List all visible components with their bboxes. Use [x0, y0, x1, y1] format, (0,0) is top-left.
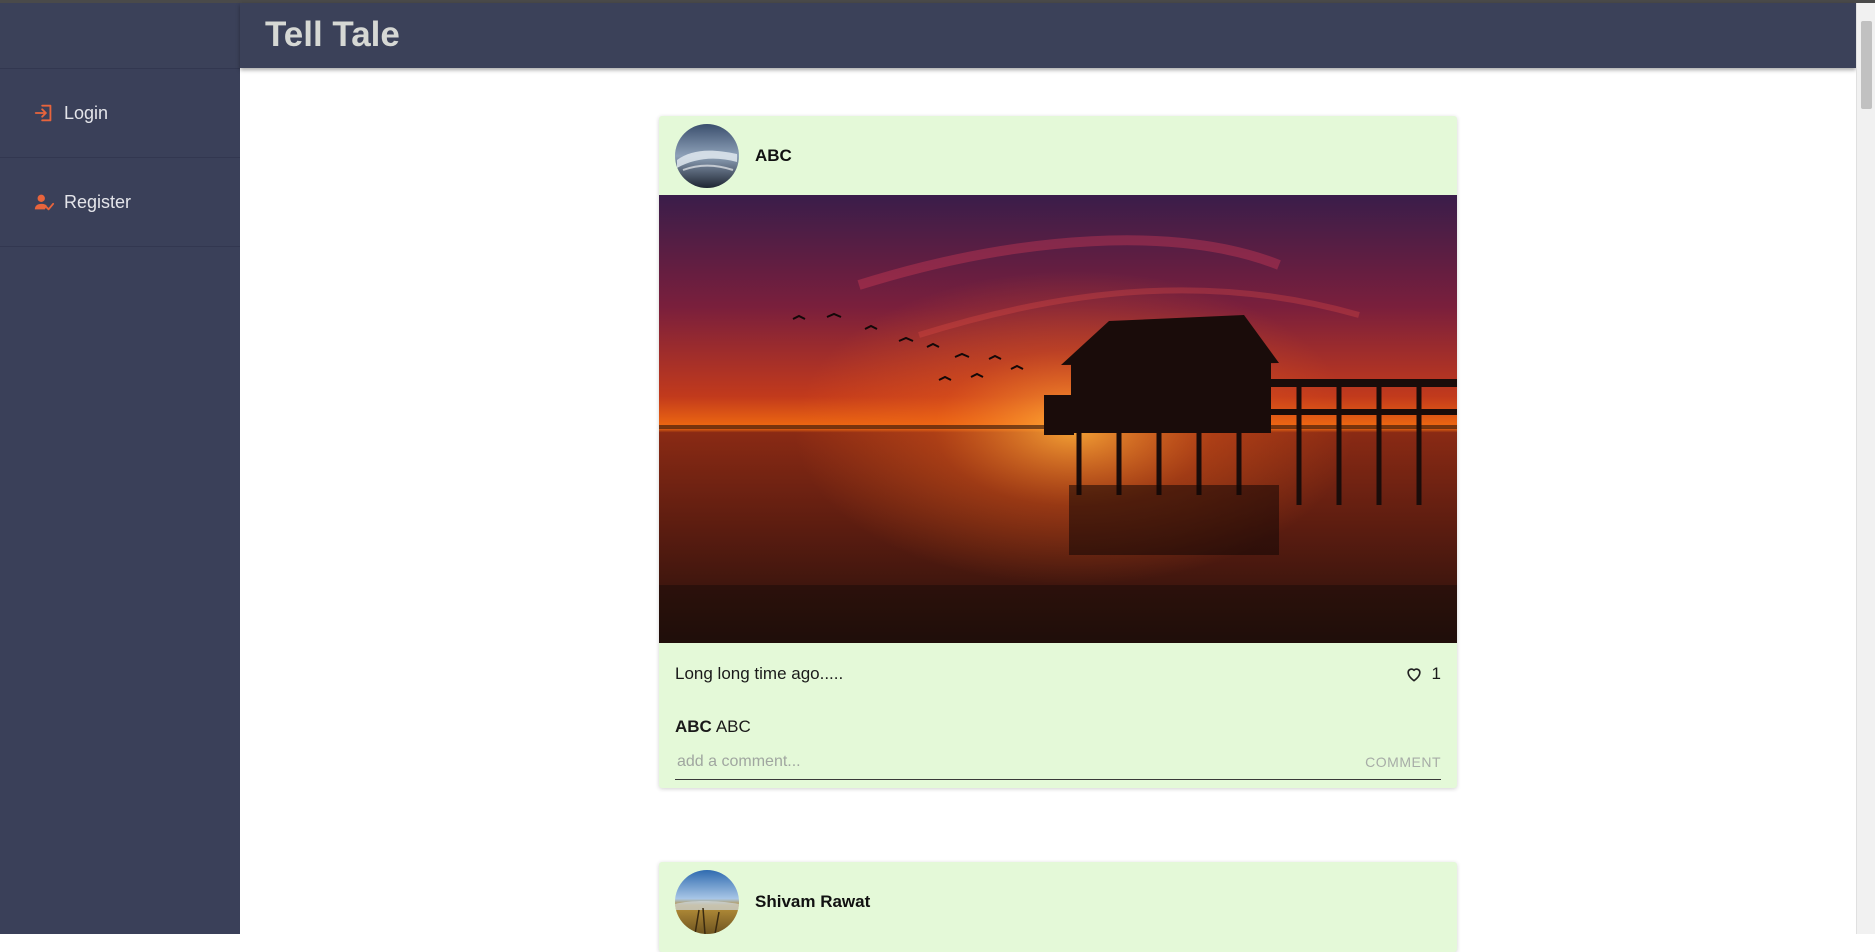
app-title: Tell Tale	[265, 15, 400, 54]
sidebar: Login Register	[0, 3, 240, 934]
post-card: Shivam Rawat	[659, 862, 1457, 952]
avatar[interactable]	[675, 869, 739, 934]
like-button[interactable]: 1	[1404, 664, 1441, 684]
post-header: ABC	[659, 116, 1457, 195]
post-header: Shivam Rawat	[659, 862, 1457, 941]
like-count: 1	[1431, 664, 1441, 683]
sidebar-item-login[interactable]: Login	[0, 69, 240, 158]
post-image	[659, 195, 1457, 643]
comment-text: ABC	[715, 717, 751, 736]
comment-form: COMMENT	[675, 745, 1441, 780]
sidebar-item-register[interactable]: Register	[0, 158, 240, 247]
heart-icon	[1406, 668, 1421, 682]
sidebar-header	[0, 3, 240, 69]
post-card: ABC Long long time ago..... 1 ABC ABC ad…	[659, 116, 1457, 788]
post-caption-row: Long long time ago..... 1	[659, 643, 1457, 705]
post-username[interactable]: ABC	[755, 146, 792, 166]
app-header: Tell Tale	[240, 3, 1856, 68]
card-bottom-spacer	[659, 780, 1457, 788]
comment-submit-button[interactable]: COMMENT	[1365, 754, 1441, 770]
comment-username: ABC	[675, 717, 712, 736]
sidebar-item-label: Login	[64, 102, 109, 123]
page-scrollbar[interactable]	[1856, 3, 1875, 934]
post-caption: Long long time ago.....	[675, 664, 844, 683]
scrollbar-thumb[interactable]	[1861, 21, 1872, 109]
comment-input[interactable]	[675, 752, 1366, 772]
post-username[interactable]: Shivam Rawat	[755, 892, 870, 912]
person-check-icon	[33, 191, 55, 213]
login-icon	[33, 102, 55, 124]
avatar[interactable]	[675, 123, 739, 188]
sidebar-item-label: Register	[64, 191, 132, 212]
comment-item: ABC ABC	[659, 705, 1457, 745]
